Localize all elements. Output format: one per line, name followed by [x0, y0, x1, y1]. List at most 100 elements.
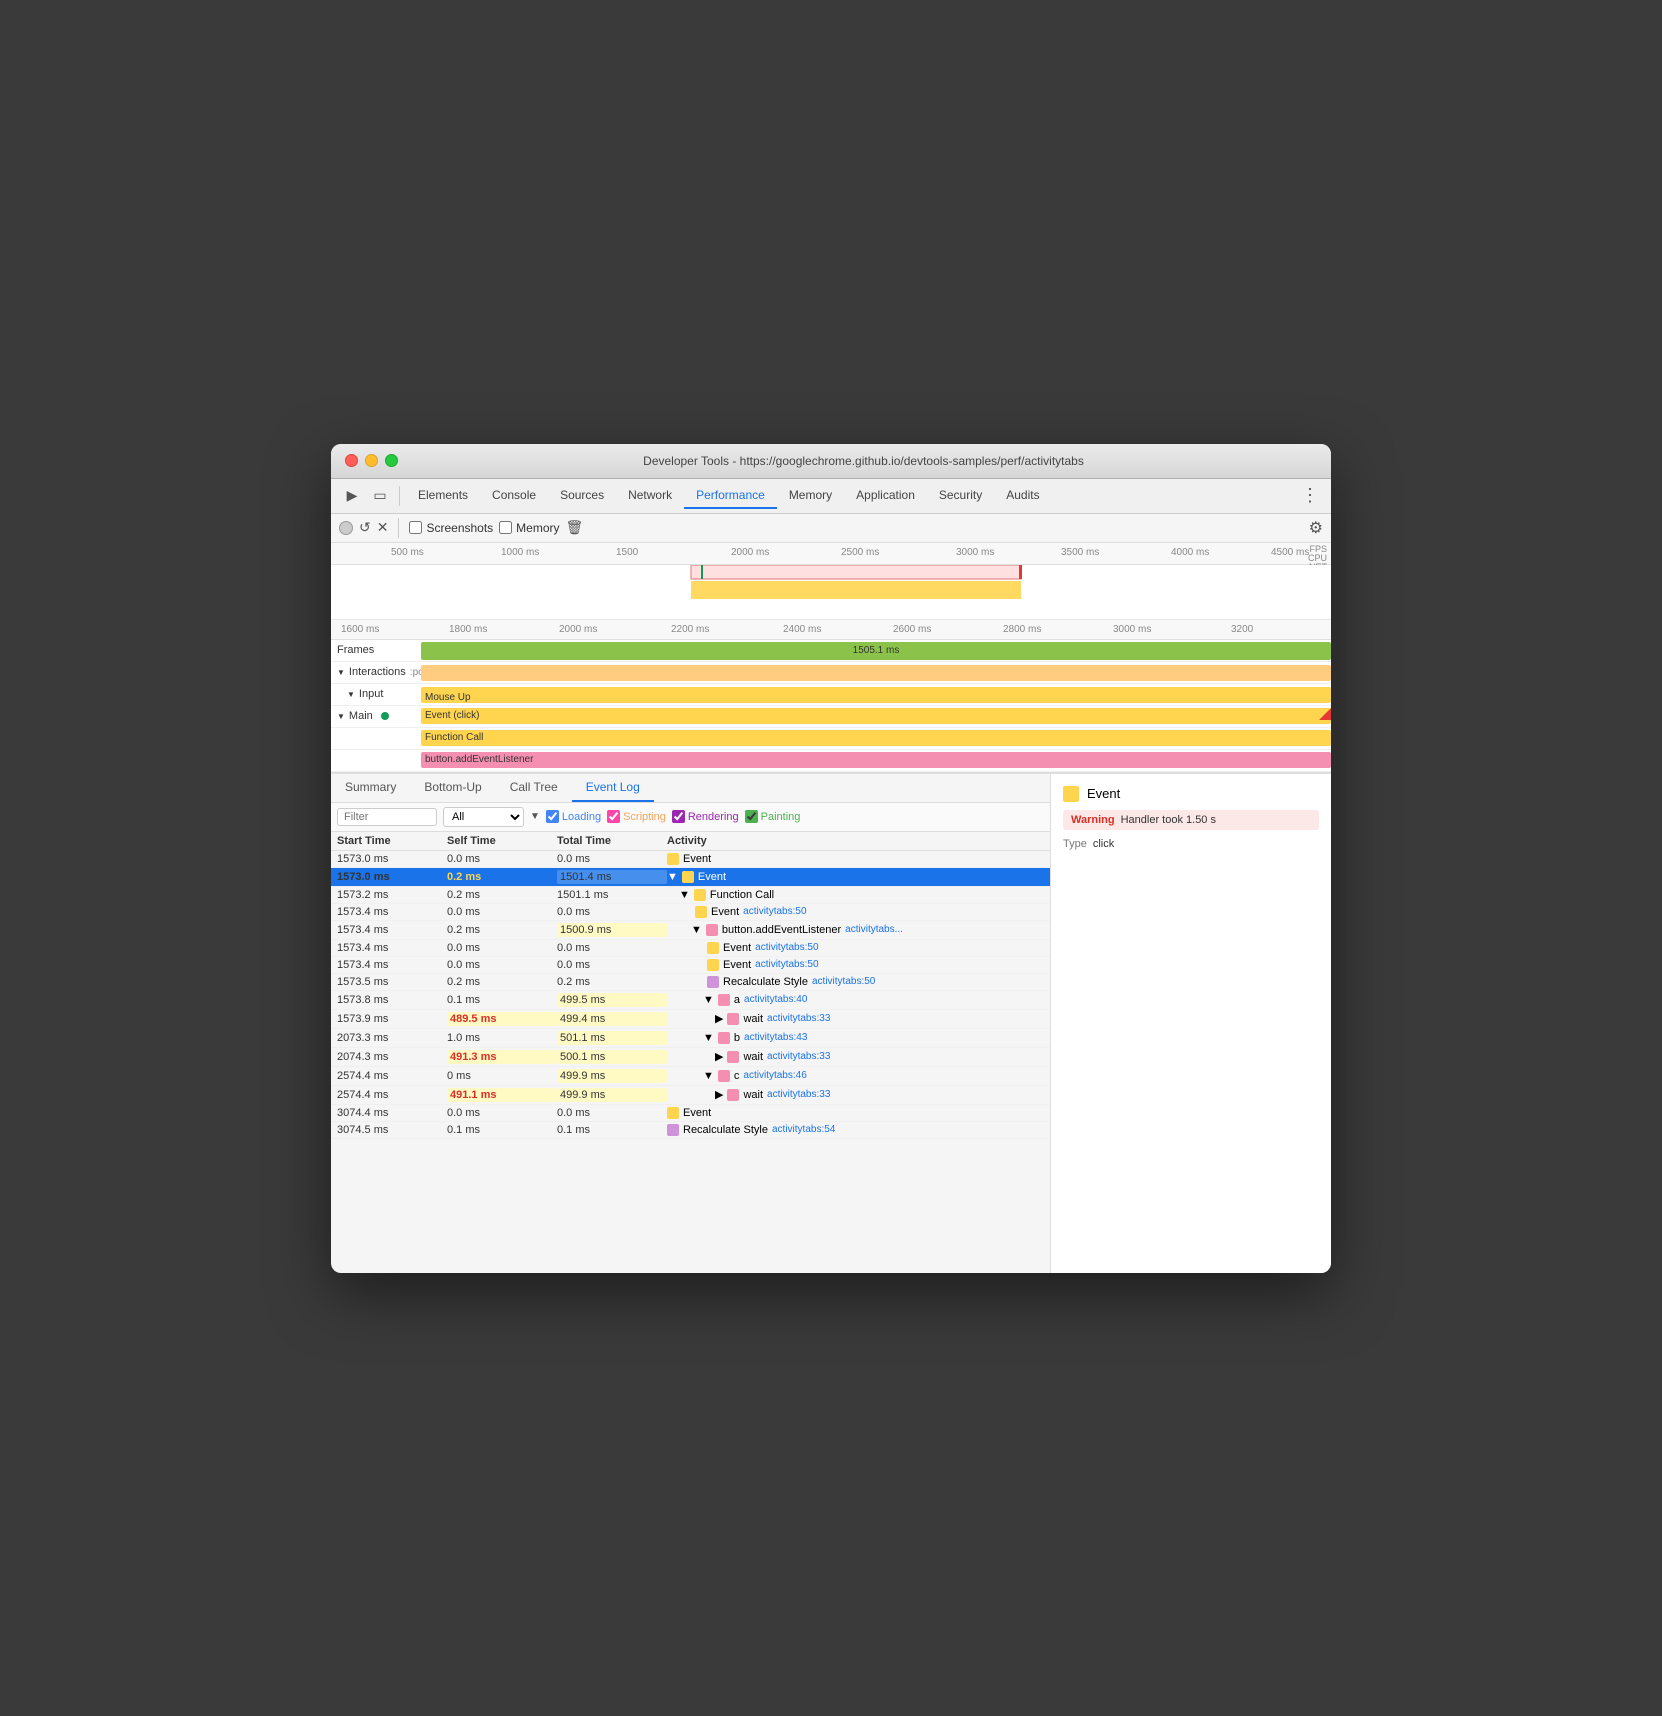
- minimize-button[interactable]: [365, 454, 378, 467]
- function-call-row: Function Call: [331, 728, 1331, 750]
- tick-3500: 3500 ms: [1061, 547, 1099, 558]
- tab-performance[interactable]: Performance: [684, 483, 777, 509]
- table-row[interactable]: 2574.4 ms 0 ms 499.9 ms ▼ c activitytabs…: [331, 1067, 1050, 1086]
- painting-checkbox[interactable]: [745, 810, 758, 823]
- rendering-checkbox-wrap: Rendering: [672, 810, 739, 823]
- table-row[interactable]: 1573.4 ms 0.2 ms 1500.9 ms ▼ button.addE…: [331, 921, 1050, 940]
- screenshots-checkbox[interactable]: [409, 521, 422, 534]
- self-time: 0.0 ms: [447, 1107, 557, 1119]
- inspector-icon[interactable]: ▶: [339, 483, 365, 509]
- activity: Event: [667, 1107, 1044, 1119]
- activity-link[interactable]: activitytabs:40: [744, 994, 807, 1005]
- activity-link[interactable]: activitytabs:50: [812, 976, 875, 987]
- activity-link[interactable]: activitytabs:46: [743, 1070, 806, 1081]
- more-options-button[interactable]: ⋮: [1297, 485, 1323, 506]
- tab-network[interactable]: Network: [616, 483, 684, 509]
- table-row[interactable]: 1573.8 ms 0.1 ms 499.5 ms ▼ a activityta…: [331, 991, 1050, 1010]
- event-log-panel: Summary Bottom-Up Call Tree Event Log Al…: [331, 774, 1051, 1273]
- activity: Event activitytabs:50: [667, 959, 1044, 971]
- rendering-checkbox[interactable]: [672, 810, 685, 823]
- tab-call-tree[interactable]: Call Tree: [496, 774, 572, 802]
- event-icon: [667, 1124, 679, 1136]
- scripting-checkbox[interactable]: [607, 810, 620, 823]
- close-button[interactable]: [345, 454, 358, 467]
- mini-chart[interactable]: [331, 565, 1331, 620]
- clear-button[interactable]: 🗑: [566, 519, 584, 536]
- table-row[interactable]: 2574.4 ms 491.1 ms 499.9 ms ▶ wait activ…: [331, 1086, 1050, 1105]
- tab-event-log[interactable]: Event Log: [572, 774, 654, 802]
- tab-bottom-up[interactable]: Bottom-Up: [410, 774, 495, 802]
- reload-button[interactable]: ↺: [359, 519, 371, 536]
- total-time: 0.0 ms: [557, 959, 667, 971]
- table-row[interactable]: 1573.5 ms 0.2 ms 0.2 ms Recalculate Styl…: [331, 974, 1050, 991]
- table-row[interactable]: 3074.4 ms 0.0 ms 0.0 ms Event: [331, 1105, 1050, 1122]
- table-row[interactable]: 1573.4 ms 0.0 ms 0.0 ms Event activityta…: [331, 957, 1050, 974]
- dropdown-arrow-icon: ▼: [530, 811, 540, 822]
- tab-sources[interactable]: Sources: [548, 483, 616, 509]
- warning-text: Handler took 1.50 s: [1121, 814, 1216, 826]
- activity-link[interactable]: activitytabs:33: [767, 1051, 830, 1062]
- memory-checkbox-wrap: Memory: [499, 521, 559, 535]
- total-time: 499.4 ms: [557, 1012, 667, 1026]
- tab-memory[interactable]: Memory: [777, 483, 844, 509]
- filter-input[interactable]: [337, 808, 437, 826]
- activity-link[interactable]: activitytabs:43: [744, 1032, 807, 1043]
- tab-application[interactable]: Application: [844, 483, 927, 509]
- total-time: 0.0 ms: [557, 853, 667, 865]
- table-row[interactable]: 1573.4 ms 0.0 ms 0.0 ms Event activityta…: [331, 904, 1050, 921]
- activity-link[interactable]: activitytabs:33: [767, 1013, 830, 1024]
- maximize-button[interactable]: [385, 454, 398, 467]
- tab-console[interactable]: Console: [480, 483, 548, 509]
- interactions-triangle[interactable]: ▼: [337, 668, 345, 677]
- event-click-bar: Event (click): [421, 708, 1331, 724]
- table-row[interactable]: 1573.2 ms 0.2 ms 1501.1 ms ▼ Function Ca…: [331, 887, 1050, 904]
- activity-link[interactable]: activitytabs:50: [755, 959, 818, 970]
- start-time: 1573.2 ms: [337, 889, 447, 901]
- self-time: 0.2 ms: [447, 871, 557, 883]
- start-time: 3074.5 ms: [337, 1124, 447, 1136]
- tab-elements[interactable]: Elements: [406, 483, 480, 509]
- tab-summary[interactable]: Summary: [331, 774, 410, 802]
- loading-checkbox[interactable]: [546, 810, 559, 823]
- activity: Recalculate Style activitytabs:50: [667, 976, 1044, 988]
- activity-link[interactable]: activitytabs:54: [772, 1124, 835, 1135]
- filter-select[interactable]: All Loading Scripting Rendering Painting: [443, 807, 524, 827]
- activity: ▼ a activitytabs:40: [667, 994, 1044, 1006]
- table-row[interactable]: 3074.5 ms 0.1 ms 0.1 ms Recalculate Styl…: [331, 1122, 1050, 1139]
- self-time: 0.1 ms: [447, 1124, 557, 1136]
- event-icon: [667, 853, 679, 865]
- total-time: 1501.1 ms: [557, 889, 667, 901]
- tick-1500: 1500: [616, 547, 638, 558]
- start-time: 1573.0 ms: [337, 853, 447, 865]
- self-time: 0.2 ms: [447, 976, 557, 988]
- table-row[interactable]: 1573.0 ms 0.0 ms 0.0 ms Event: [331, 851, 1050, 868]
- tick-1000: 1000 ms: [501, 547, 539, 558]
- device-icon[interactable]: ▭: [367, 483, 393, 509]
- self-time: 0.2 ms: [447, 924, 557, 936]
- detail-event-box: Event: [1063, 786, 1319, 802]
- activity-link[interactable]: activitytabs:50: [743, 906, 806, 917]
- table-row[interactable]: 1573.0 ms 0.2 ms 1501.4 ms ▼ Event: [331, 868, 1050, 887]
- table-row[interactable]: 1573.4 ms 0.0 ms 0.0 ms Event activityta…: [331, 940, 1050, 957]
- table-row[interactable]: 2073.3 ms 1.0 ms 501.1 ms ▼ b activityta…: [331, 1029, 1050, 1048]
- main-triangle[interactable]: ▼: [337, 712, 345, 721]
- total-time: 0.2 ms: [557, 976, 667, 988]
- tab-security[interactable]: Security: [927, 483, 994, 509]
- table-row[interactable]: 1573.9 ms 489.5 ms 499.4 ms ▶ wait activ…: [331, 1010, 1050, 1029]
- activity-link[interactable]: activitytabs:33: [767, 1089, 830, 1100]
- input-triangle[interactable]: ▼: [347, 690, 355, 699]
- tab-audits[interactable]: Audits: [994, 483, 1051, 509]
- filter-bar: All Loading Scripting Rendering Painting…: [331, 803, 1050, 832]
- table-body[interactable]: 1573.0 ms 0.0 ms 0.0 ms Event 1573.0 ms …: [331, 851, 1050, 1273]
- screenshots-checkbox-wrap: Screenshots: [409, 521, 493, 535]
- activity-link[interactable]: activitytabs...: [845, 924, 903, 935]
- memory-checkbox[interactable]: [499, 521, 512, 534]
- settings-button[interactable]: ⚙: [1309, 518, 1323, 538]
- input-value: Mouse Up: [421, 692, 471, 703]
- activity-link[interactable]: activitytabs:50: [755, 942, 818, 953]
- event-icon: [718, 1032, 730, 1044]
- stop-button[interactable]: ✕: [377, 519, 389, 536]
- record-button[interactable]: [339, 521, 353, 535]
- table-row[interactable]: 2074.3 ms 491.3 ms 500.1 ms ▶ wait activ…: [331, 1048, 1050, 1067]
- self-time: 0.0 ms: [447, 906, 557, 918]
